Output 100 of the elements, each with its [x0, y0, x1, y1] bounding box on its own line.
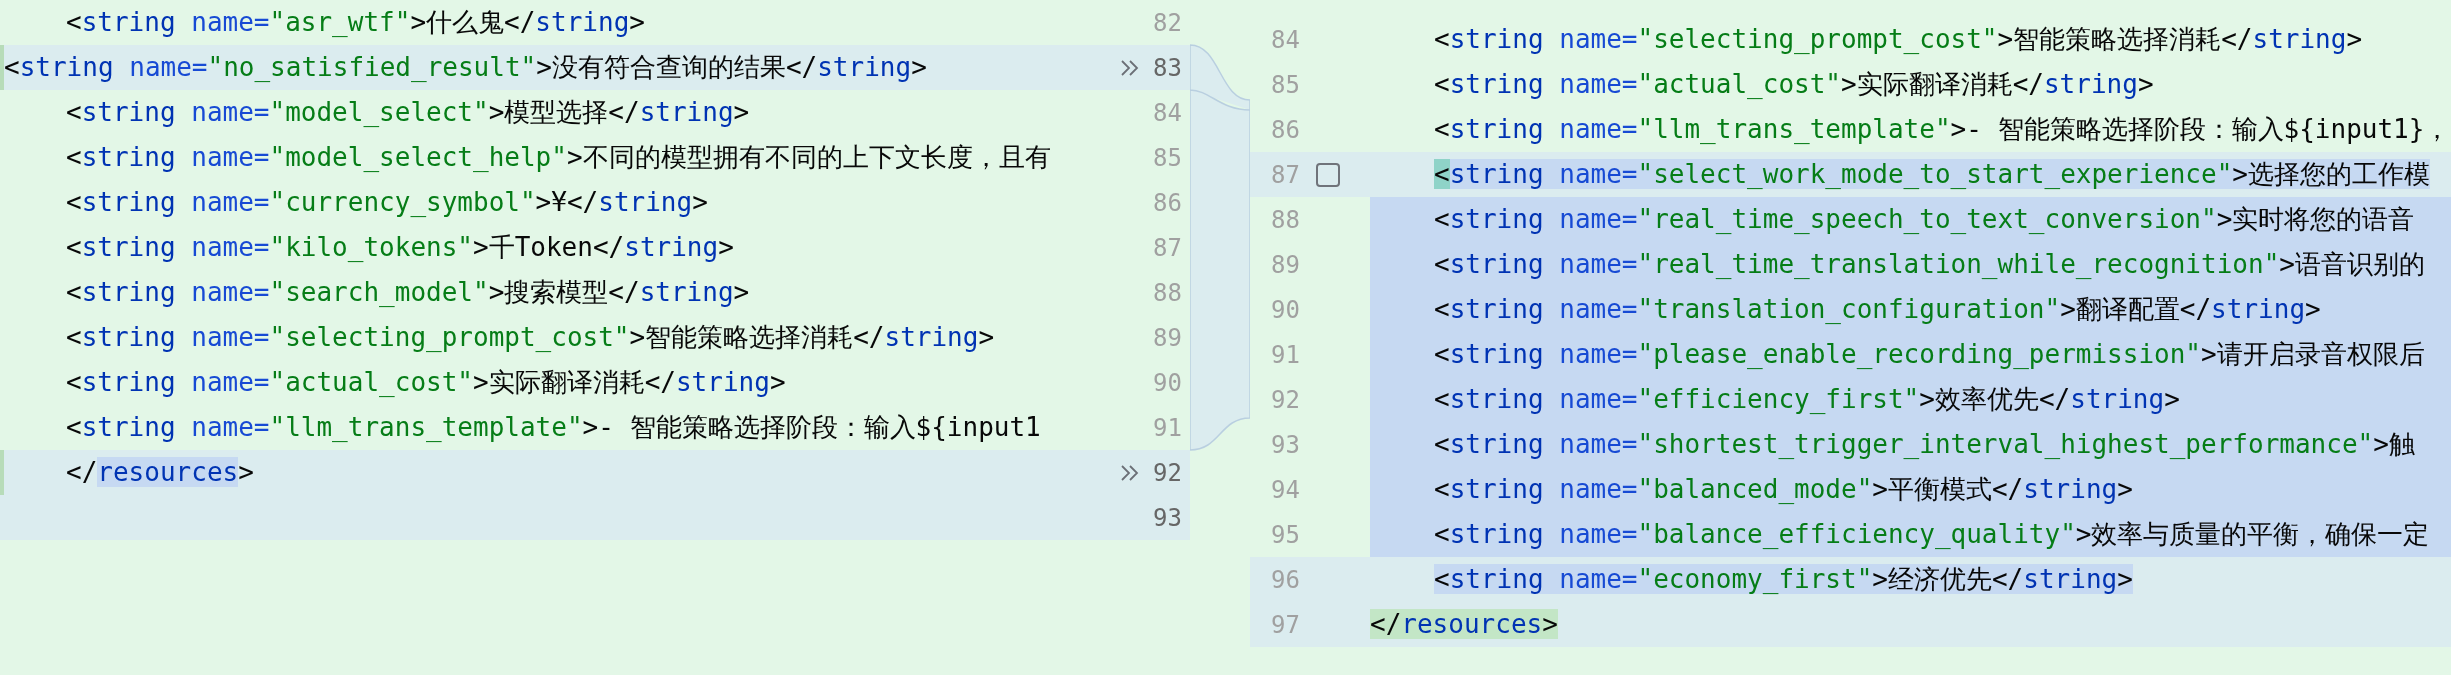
string-text: 智能策略选择消耗 [645, 322, 854, 352]
attribute-name: name= [190, 367, 270, 397]
code-punctuation: > [2137, 69, 2154, 99]
code-punctuation: </ [644, 367, 676, 397]
attribute-value: "model_select" [269, 97, 489, 127]
line-number: 83 [1153, 52, 1182, 84]
attribute-value: "balanced_mode" [1637, 474, 1873, 504]
string-text: 实际翻译消耗 [488, 367, 645, 397]
code-punctuation: </ [608, 277, 640, 307]
tag-name: string [2043, 69, 2138, 99]
code-punctuation: < [1434, 204, 1450, 234]
line-number: 86 [1270, 114, 1300, 146]
code-punctuation: > [733, 97, 750, 127]
tag-name: string [81, 412, 176, 442]
code-punctuation: > [488, 277, 505, 307]
tag-name: string [81, 97, 176, 127]
line-number: 84 [1153, 97, 1182, 129]
line-number: 91 [1270, 339, 1300, 371]
code-punctuation: > [2117, 564, 2133, 594]
attribute-value: "llm_trans_template" [1637, 114, 1951, 144]
string-text: - 智能策略选择阶段：输入${input1 [598, 412, 1041, 442]
tag-name: string [624, 232, 719, 262]
attribute-value: "real_time_translation_while_recognition" [1637, 249, 2280, 279]
tag-name: string [1449, 519, 1544, 549]
attribute-value: "balance_efficiency_quality" [1637, 519, 2076, 549]
tag-name: string [2023, 474, 2118, 504]
code-punctuation: > [692, 187, 708, 217]
string-text: 经济优先 [1887, 564, 1992, 594]
attribute-value: "actual_cost" [269, 367, 473, 397]
change-checkbox[interactable] [1316, 162, 1340, 187]
code-punctuation: > [733, 277, 750, 307]
attribute-name: name= [1558, 24, 1638, 54]
attribute-value: "economy_first" [1637, 564, 1873, 594]
string-text: 智能策略选择消耗 [2013, 24, 2222, 54]
code-punctuation: < [1434, 114, 1450, 144]
code-punctuation: > [238, 457, 254, 487]
code-punctuation: > [2232, 159, 2248, 189]
code-punctuation: < [1434, 249, 1450, 279]
attribute-name: name= [1543, 159, 1638, 189]
code-punctuation: </ [2179, 294, 2212, 324]
tag-name: string [1449, 114, 1544, 144]
code-punctuation: < [1434, 519, 1450, 549]
code-punctuation: < [66, 97, 82, 127]
attribute-name: name= [1558, 204, 1638, 234]
code-punctuation: > [769, 367, 786, 397]
code-punctuation: > [473, 367, 489, 397]
code-punctuation: > [2373, 429, 2389, 459]
line-number: 87 [1153, 232, 1182, 264]
string-text: 搜索模型 [504, 277, 609, 307]
code-punctuation: < [1434, 564, 1450, 594]
code-punctuation: </ [1991, 564, 2024, 594]
attribute-name: name= [1558, 114, 1638, 144]
attribute-name: name= [190, 277, 270, 307]
attribute-name: name= [1543, 564, 1638, 594]
code-punctuation: < [66, 232, 82, 262]
string-text: 平衡模式 [1887, 474, 1992, 504]
attribute-name: name= [190, 7, 270, 37]
attribute-value: "kilo_tokens" [269, 232, 473, 262]
code-punctuation: > [536, 52, 552, 82]
tag-name: resources [1401, 609, 1543, 639]
string-text: 语音识别的 [2294, 249, 2425, 279]
code-punctuation: </ [66, 457, 98, 487]
attribute-value: "please_enable_recording_permission" [1637, 339, 2202, 369]
code-punctuation: </ [853, 322, 885, 352]
code-punctuation: > [2201, 339, 2217, 369]
attribute-value: "actual_cost" [1637, 69, 1841, 99]
attribute-value: "selecting_prompt_cost" [1637, 24, 1998, 54]
line-number: 95 [1270, 519, 1300, 551]
attribute-value: "llm_trans_template" [269, 412, 583, 442]
tag-name: string [81, 277, 176, 307]
attribute-name: name= [1558, 339, 1638, 369]
tag-name: string [639, 97, 734, 127]
attribute-name: name= [1558, 474, 1638, 504]
code-punctuation: > [2075, 519, 2092, 549]
code-punctuation: > [1872, 474, 1888, 504]
attribute-value: "selecting_prompt_cost" [269, 322, 630, 352]
string-text: 实际翻译消耗 [1856, 69, 2013, 99]
string-text: 实时将您的语音 [2232, 204, 2415, 234]
attribute-value: "currency_symbol" [269, 187, 536, 217]
line-number: 93 [1270, 429, 1300, 461]
attribute-value: "asr_wtf" [269, 7, 411, 37]
string-text: 什么鬼 [426, 7, 505, 37]
line-number: 88 [1270, 204, 1300, 236]
code-punctuation: > [718, 232, 734, 262]
tag-name: string [1449, 24, 1544, 54]
attribute-name: name= [190, 322, 270, 352]
line-number: 97 [1270, 609, 1300, 641]
attribute-value: "shortest_trigger_interval_highest_performance" [1637, 429, 2374, 459]
tag-name: string [2070, 384, 2165, 414]
code-punctuation: > [2216, 204, 2233, 234]
attribute-name: name= [1558, 384, 1638, 414]
code-punctuation: </ [2012, 69, 2044, 99]
attribute-name: name= [1558, 294, 1638, 324]
line-number: 90 [1270, 294, 1300, 326]
code-punctuation: > [2305, 294, 2321, 324]
code-punctuation: < [1434, 294, 1450, 324]
code-punctuation: > [911, 52, 927, 82]
tag-name: string [81, 142, 176, 172]
line-number: 88 [1153, 277, 1182, 309]
code-punctuation: > [1919, 384, 1935, 414]
